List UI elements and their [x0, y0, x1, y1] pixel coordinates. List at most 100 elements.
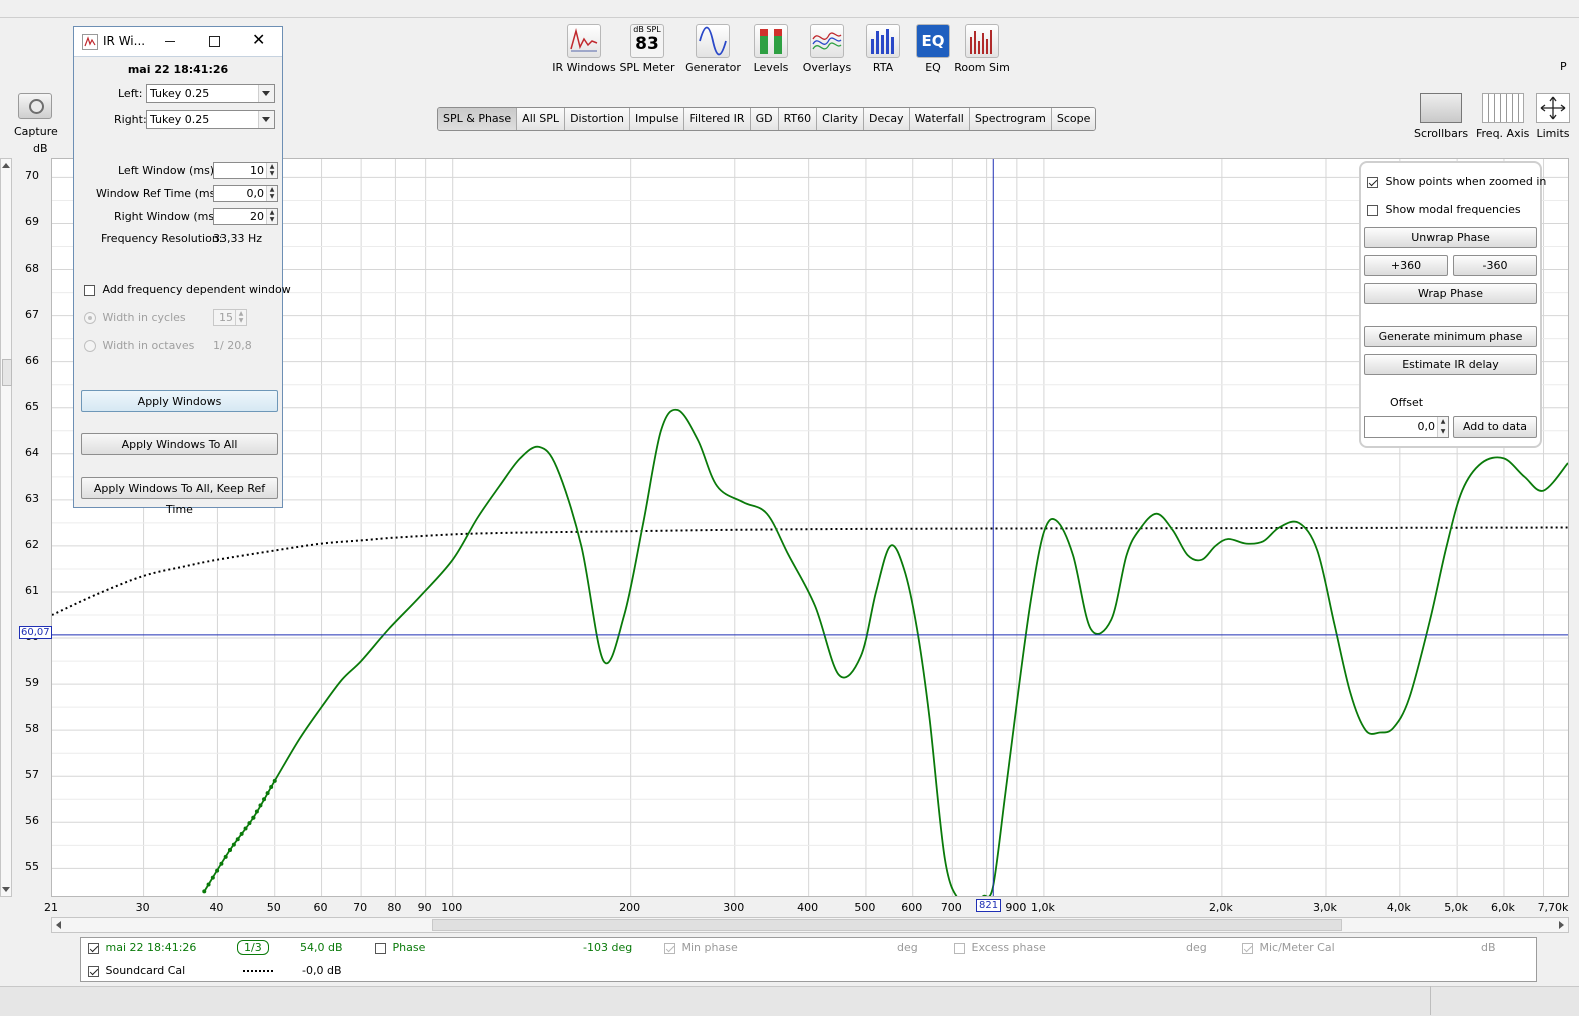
toolbar-truncated-label: P	[1560, 60, 1567, 73]
x-tick-label: 50	[266, 901, 281, 914]
measurement-spl-line	[203, 408, 1568, 896]
data-point	[258, 803, 263, 808]
overlays-button[interactable]: Overlays	[795, 24, 859, 74]
apply-windows-all-keep-button[interactable]: Apply Windows To All, Keep Ref Time	[81, 477, 278, 516]
x-tick-label: 4,0k	[1386, 901, 1411, 914]
right-window-ms-value: 20	[250, 210, 264, 223]
scroll-up-icon[interactable]	[2, 163, 10, 168]
spl-meter-button[interactable]: dB SPL 83 SPL Meter	[615, 24, 679, 74]
show-points-option[interactable]: Show points when zoomed in	[1367, 175, 1546, 188]
add-to-data-button[interactable]: Add to data	[1453, 416, 1537, 438]
levels-label: Levels	[753, 61, 789, 74]
tab-7[interactable]: Clarity	[817, 108, 865, 130]
y-tick-label: 56	[25, 814, 39, 828]
data-point	[231, 842, 236, 847]
limits-button[interactable]: Limits	[1536, 93, 1570, 140]
x-tick-label: 6,0k	[1491, 901, 1515, 914]
tab-10[interactable]: Spectrogram	[969, 108, 1052, 130]
horizontal-scrollbar[interactable]	[51, 917, 1569, 933]
scroll-right-icon[interactable]	[1559, 921, 1564, 929]
minimize-icon[interactable]	[165, 41, 175, 42]
scroll-left-icon[interactable]	[56, 921, 61, 929]
chevron-down-icon[interactable]	[258, 111, 274, 128]
right-window-type-select[interactable]: Tukey 0.25	[146, 110, 275, 129]
unwrap-phase-button[interactable]: Unwrap Phase	[1364, 227, 1537, 248]
ir-windows-button[interactable]: IR Windows	[552, 24, 616, 74]
generate-min-phase-button[interactable]: Generate minimum phase	[1364, 326, 1537, 347]
tab-8[interactable]: Decay	[864, 108, 910, 130]
maximize-icon[interactable]	[209, 36, 220, 47]
tab-2[interactable]: Distortion	[565, 108, 630, 130]
freq-dependent-option[interactable]: Add frequency dependent window	[84, 283, 291, 296]
overlays-icon	[810, 24, 844, 58]
data-point	[265, 791, 270, 796]
vertical-scroll-thumb[interactable]	[2, 359, 12, 386]
apply-windows-button[interactable]: Apply Windows	[81, 390, 278, 412]
scroll-down-icon[interactable]	[2, 887, 10, 892]
mic-cal-checkbox	[1242, 942, 1253, 954]
y-tick-label: 63	[25, 491, 39, 505]
freq-axis-button[interactable]: Freq. Axis	[1476, 93, 1529, 140]
tab-0[interactable]: SPL & Phase	[438, 108, 518, 130]
data-point	[243, 826, 248, 831]
levels-button[interactable]: Levels	[739, 24, 803, 74]
tab-9[interactable]: Waterfall	[909, 108, 970, 130]
tab-11[interactable]: Scope	[1051, 108, 1096, 130]
phase-checkbox[interactable]	[375, 942, 386, 954]
data-point	[247, 821, 252, 826]
dialog-title-bar[interactable]: IR Wi... ✕	[74, 27, 282, 57]
tab-3[interactable]: Impulse	[629, 108, 685, 130]
x-tick-label: 300	[723, 901, 745, 914]
ref-time-input[interactable]: 0,0 ▲ ▼	[213, 185, 278, 202]
freq-dependent-checkbox[interactable]	[84, 284, 95, 296]
tab-6[interactable]: RT60	[778, 108, 818, 130]
capture-button[interactable]: Capture	[14, 93, 58, 138]
eq-icon: EQ	[916, 24, 950, 58]
show-modal-option[interactable]: Show modal frequencies	[1367, 203, 1521, 216]
ir-windows-label: IR Windows	[552, 61, 616, 74]
scrollbars-button[interactable]: Scrollbars	[1414, 93, 1468, 140]
smoothing-badge[interactable]: 1/3	[237, 940, 269, 955]
vertical-scrollbar[interactable]	[0, 158, 12, 897]
left-window-spinner[interactable]: ▲ ▼	[266, 163, 277, 178]
horizontal-scroll-thumb[interactable]	[432, 919, 1342, 931]
chevron-down-icon[interactable]	[258, 85, 274, 102]
y-tick-label: 64	[25, 445, 39, 459]
wrap-phase-button[interactable]: Wrap Phase	[1364, 283, 1537, 304]
left-window-ms-input[interactable]: 10 ▲ ▼	[213, 162, 278, 179]
measurement-checkbox[interactable]	[88, 942, 99, 954]
phase-toggle[interactable]: Phase	[375, 941, 425, 954]
room-sim-button[interactable]: Room Sim	[950, 24, 1014, 74]
width-octaves-option: Width in octaves	[84, 339, 194, 352]
overlays-label: Overlays	[802, 61, 852, 74]
plus-360-button[interactable]: +360	[1364, 255, 1448, 276]
width-octaves-value: 1/ 20,8	[213, 339, 252, 352]
generator-button[interactable]: Generator	[681, 24, 745, 74]
x-tick-label: 900	[1005, 901, 1027, 914]
tab-1[interactable]: All SPL	[517, 108, 566, 130]
offset-spinner[interactable]: ▲ ▼	[1437, 417, 1448, 437]
ref-time-spinner[interactable]: ▲ ▼	[266, 186, 277, 201]
show-points-checkbox[interactable]	[1367, 176, 1378, 188]
freq-dependent-label: Add frequency dependent window	[102, 283, 291, 296]
soundcard-checkbox[interactable]	[88, 965, 99, 977]
width-cycles-label: Width in cycles	[102, 311, 186, 324]
tab-4[interactable]: Filtered IR	[684, 108, 751, 130]
right-window-spinner[interactable]: ▲ ▼	[266, 209, 277, 224]
close-icon[interactable]: ✕	[252, 31, 265, 49]
phase-controls-panel: Show points when zoomed in Show modal fr…	[1359, 161, 1546, 448]
x-tick-label: 100	[441, 901, 463, 914]
y-tick-label: 61	[25, 583, 39, 597]
estimate-ir-delay-button[interactable]: Estimate IR delay	[1364, 354, 1537, 375]
tab-5[interactable]: GD	[750, 108, 779, 130]
offset-input[interactable]: 0,0 ▲ ▼	[1364, 416, 1449, 438]
graph-legend: mai 22 18:41:26 1/3 54,0 dB Phase -103 d…	[80, 937, 1537, 982]
minus-360-button[interactable]: -360	[1453, 255, 1537, 276]
spl-meter-icon: dB SPL 83	[630, 24, 664, 58]
right-window-ms-input[interactable]: 20 ▲ ▼	[213, 208, 278, 225]
left-window-type-select[interactable]: Tukey 0.25	[146, 84, 275, 103]
y-tick-label: 58	[25, 722, 39, 736]
show-modal-label: Show modal frequencies	[1385, 203, 1521, 216]
show-modal-checkbox[interactable]	[1367, 204, 1378, 216]
apply-windows-all-button[interactable]: Apply Windows To All	[81, 433, 278, 455]
